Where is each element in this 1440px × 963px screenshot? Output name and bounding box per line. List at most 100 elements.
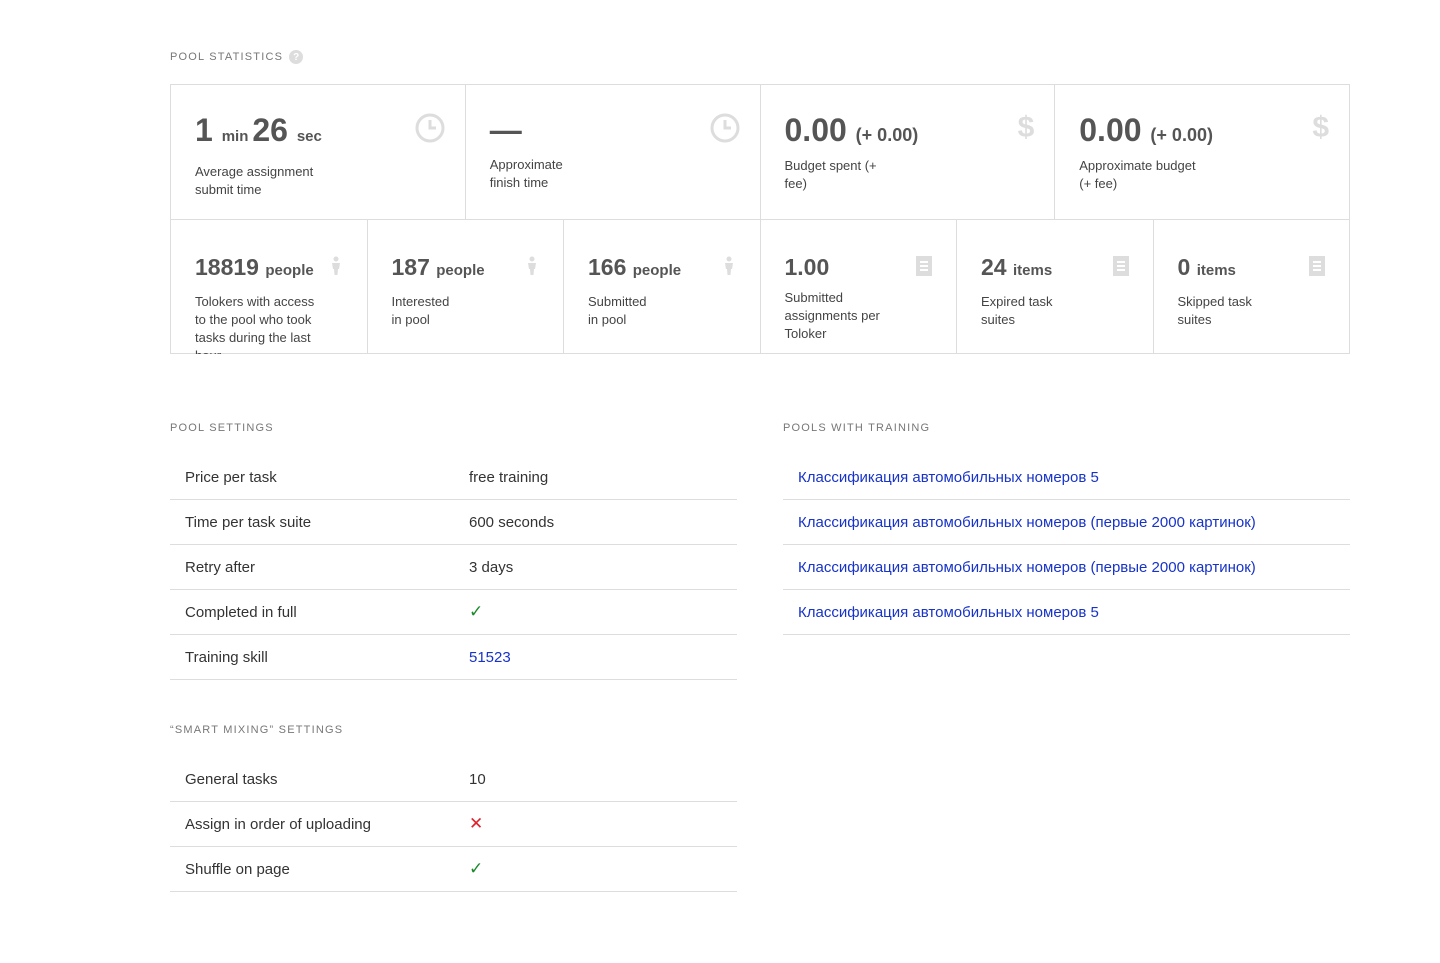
list-item: Классификация автомобильных номеров (пер… (783, 500, 1350, 545)
budget-spent-fee: (+ 0.00) (855, 125, 919, 145)
dollar-icon: $ (1017, 111, 1035, 144)
document-icon (1112, 256, 1129, 281)
list-item: Классификация автомобильных номеров 5 (783, 455, 1350, 500)
interested-unit: people (436, 262, 485, 279)
approx-budget-label: Approximate budget (+ fee) (1079, 158, 1196, 191)
statistics-grid: 1 min 26 sec Average assignment submit ti… (170, 84, 1350, 354)
interested-label: Interested in pool (391, 294, 450, 327)
approx-budget-fee: (+ 0.00) (1150, 125, 1213, 145)
pool-link[interactable]: Классификация автомобильных номеров 5 (798, 604, 1099, 621)
table-row: Training skill 51523 (170, 635, 737, 680)
avg-time-min-unit: min (221, 128, 249, 145)
budget-spent-amount: 0.00 (784, 112, 847, 148)
avg-submit-time-label: Average assignment submit time (195, 164, 314, 197)
setting-key: Training skill (185, 648, 268, 666)
setting-key: Time per task suite (185, 513, 312, 531)
setting-value: 10 (469, 770, 486, 788)
pool-link[interactable]: Классификация автомобильных номеров 5 (798, 469, 1099, 486)
budget-spent-value: 0.00 (+ 0.00) (785, 112, 1031, 153)
pool-statistics-title-text: POOL STATISTICS (170, 51, 284, 63)
finish-time-card: — Approximate finish time (466, 85, 761, 219)
interested-card: 187 people Interested in pool (368, 220, 564, 354)
expired-card: 24 items Expired task suites (957, 220, 1154, 354)
checkmark-icon: ✓ (469, 859, 484, 878)
avg-submit-time-card: 1 min 26 sec Average assignment submit ti… (171, 85, 466, 219)
assignments-per-toloker-card: 1.00 Submitted assignments per Toloker (761, 220, 957, 354)
interested-value: 187 (391, 254, 430, 280)
approx-budget-card: 0.00 (+ 0.00) Approximate budget (+ fee)… (1055, 85, 1349, 219)
skipped-unit: items (1196, 262, 1236, 279)
setting-value: free training (469, 468, 549, 486)
tolokers-access-value: 18819 (195, 254, 259, 280)
smart-mixing-title: “SMART MIXING” SETTINGS (170, 724, 343, 736)
approx-budget-value: 0.00 (+ 0.00) (1079, 112, 1325, 153)
checkmark-icon: ✓ (469, 602, 484, 621)
document-icon (916, 256, 932, 281)
training-skill-link[interactable]: 51523 (469, 649, 511, 666)
expired-value: 24 (981, 254, 1007, 280)
tolokers-access-unit: people (265, 262, 314, 279)
budget-spent-card: 0.00 (+ 0.00) Budget spent (+ fee) $ (761, 85, 1056, 219)
smart-mixing-table: General tasks 10 Assign in order of uplo… (170, 757, 737, 892)
tolokers-access-card: 18819 people Tolokers with access to the… (171, 220, 368, 354)
pools-with-training-list: Классификация автомобильных номеров 5 Кл… (783, 455, 1350, 635)
table-row: Shuffle on page ✓ (170, 847, 737, 892)
person-icon (722, 256, 736, 281)
statistics-bottom-row: 18819 people Tolokers with access to the… (171, 220, 1349, 354)
avg-time-minutes: 1 (195, 112, 213, 148)
person-icon (329, 256, 343, 281)
submitted-label: Submitted in pool (588, 294, 647, 327)
setting-key: Assign in order of uploading (185, 815, 371, 833)
budget-spent-label: Budget spent (+ fee) (784, 158, 877, 191)
table-row: Time per task suite 600 seconds (170, 500, 737, 545)
expired-label: Expired task suites (981, 294, 1053, 327)
clock-icon (710, 113, 740, 148)
pools-with-training-title: POOLS WITH TRAINING (783, 422, 930, 434)
pool-link[interactable]: Классификация автомобильных номеров (пер… (798, 559, 1256, 576)
pools-with-training-title-text: POOLS WITH TRAINING (783, 422, 931, 434)
cross-icon: ✕ (469, 814, 484, 833)
pool-settings-title: POOL SETTINGS (170, 422, 274, 434)
table-row: Price per task free training (170, 455, 737, 500)
finish-time-label: Approximate finish time (489, 157, 563, 190)
statistics-top-row: 1 min 26 sec Average assignment submit ti… (171, 85, 1349, 220)
setting-key: Price per task (185, 468, 277, 486)
finish-time-value: — (489, 112, 522, 148)
table-row: Completed in full ✓ (170, 590, 737, 635)
pool-settings-title-text: POOL SETTINGS (170, 422, 274, 434)
table-row: Retry after 3 days (170, 545, 737, 590)
setting-key: Completed in full (185, 603, 297, 621)
setting-value: 3 days (469, 558, 514, 576)
submitted-card: 166 people Submitted in pool (564, 220, 761, 354)
tolokers-access-label: Tolokers with access to the pool who too… (195, 294, 315, 354)
pool-statistics-title: POOL STATISTICS ? (170, 50, 304, 64)
help-icon[interactable]: ? (289, 50, 304, 64)
table-row: Assign in order of uploading ✕ (170, 802, 737, 847)
dollar-icon: $ (1312, 111, 1329, 144)
document-icon (1309, 256, 1325, 281)
assignments-per-toloker-label: Submitted assignments per Toloker (784, 290, 880, 341)
avg-submit-time-value: 1 min 26 sec (195, 112, 441, 155)
setting-key: General tasks (185, 770, 278, 788)
setting-value: 600 seconds (469, 513, 555, 531)
person-icon (525, 256, 539, 281)
submitted-value: 166 (588, 254, 627, 280)
pool-link[interactable]: Классификация автомобильных номеров (пер… (798, 514, 1256, 531)
table-row: General tasks 10 (170, 757, 737, 802)
submitted-unit: people (632, 262, 682, 279)
smart-mixing-title-text: “SMART MIXING” SETTINGS (170, 724, 344, 736)
pool-settings-table: Price per task free training Time per ta… (170, 455, 737, 680)
skipped-label: Skipped task suites (1177, 294, 1252, 327)
setting-key: Shuffle on page (185, 860, 290, 878)
clock-icon (415, 113, 445, 148)
list-item: Классификация автомобильных номеров 5 (783, 590, 1350, 635)
assignments-per-toloker-value: 1.00 (784, 254, 830, 280)
skipped-value: 0 (1177, 254, 1191, 280)
skipped-card: 0 items Skipped task suites (1154, 220, 1350, 354)
approx-budget-amount: 0.00 (1079, 112, 1142, 148)
avg-time-seconds: 26 (252, 112, 288, 148)
expired-unit: items (1012, 262, 1053, 279)
list-item: Классификация автомобильных номеров (пер… (783, 545, 1350, 590)
setting-key: Retry after (185, 558, 256, 576)
avg-time-sec-unit: sec (296, 128, 322, 145)
